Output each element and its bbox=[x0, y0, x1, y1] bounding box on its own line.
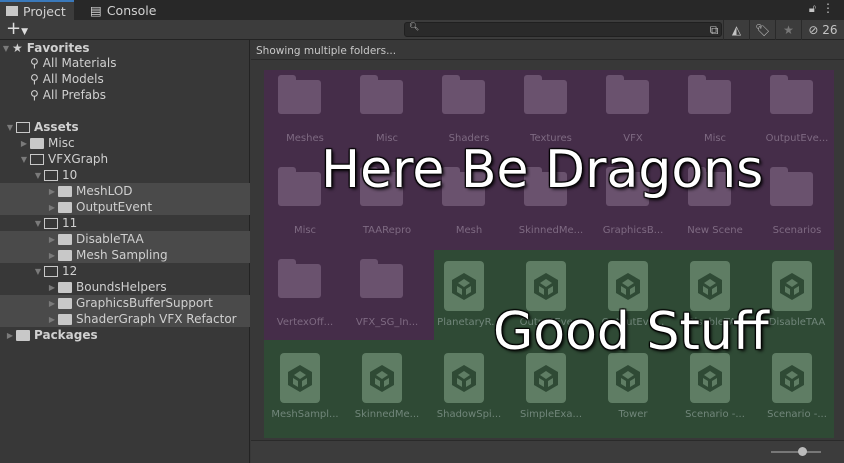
search-icon: ⚲ bbox=[30, 56, 39, 70]
star-icon: ★ bbox=[12, 41, 23, 55]
expanded-arrow-icon[interactable]: ▼ bbox=[32, 171, 44, 180]
folder-item[interactable]: VFX_SG_In... bbox=[346, 254, 428, 347]
tab-project[interactable]: Project bbox=[0, 0, 74, 20]
collapsed-arrow-icon[interactable]: ▶ bbox=[4, 331, 16, 340]
footer-bar bbox=[251, 440, 844, 463]
tree-item[interactable]: ▶ OutputEvent bbox=[0, 199, 250, 215]
unity-scene-icon bbox=[280, 353, 320, 403]
filter-type-icon[interactable]: ◭ bbox=[723, 20, 749, 40]
collapsed-arrow-icon[interactable]: ▶ bbox=[18, 139, 30, 148]
favorite-item[interactable]: ⚲ All Models bbox=[0, 71, 250, 87]
tab-bar: Project ▤ Console 🔓︎ ⋮ bbox=[0, 0, 844, 20]
folder-icon bbox=[278, 167, 321, 206]
more-menu-icon[interactable]: ⋮ bbox=[822, 1, 834, 15]
slider-knob[interactable] bbox=[798, 447, 807, 456]
expanded-arrow-icon[interactable]: ▼ bbox=[4, 123, 16, 132]
unity-scene-icon bbox=[772, 353, 812, 403]
scene-item[interactable]: SkinnedMe... bbox=[346, 346, 428, 439]
expanded-arrow-icon[interactable]: ▼ bbox=[32, 267, 44, 276]
open-folder-icon bbox=[30, 153, 44, 165]
folder-icon bbox=[6, 6, 18, 16]
search-input[interactable]: 🔍︎ bbox=[404, 22, 722, 37]
tree-item[interactable]: ▶ BoundsHelpers bbox=[0, 279, 250, 295]
tree-item[interactable]: ▶ Packages bbox=[0, 327, 250, 343]
favorite-item[interactable]: ⚲ All Materials bbox=[0, 55, 250, 71]
folder-tree[interactable]: ▼ ★ Favorites ⚲ All Materials ⚲ All Models ⚲… bbox=[0, 40, 250, 463]
folder-icon bbox=[688, 75, 731, 114]
unity-scene-icon bbox=[362, 353, 402, 403]
folder-icon bbox=[770, 75, 813, 114]
tree-item[interactable]: ▶ Misc bbox=[0, 135, 250, 151]
search-icon: ⚲ bbox=[30, 88, 39, 102]
folder-icon bbox=[770, 167, 813, 206]
unity-scene-icon bbox=[444, 353, 484, 403]
collapsed-arrow-icon[interactable]: ▶ bbox=[46, 251, 58, 260]
favorites-star-icon[interactable]: ★ bbox=[775, 20, 801, 40]
search-icon: 🔍︎ bbox=[409, 22, 420, 31]
asset-browser: Showing multiple folders... Meshes Misc Sh… bbox=[251, 40, 844, 463]
folder-icon bbox=[58, 233, 72, 245]
tree-item[interactable]: ▼ 12 bbox=[0, 263, 250, 279]
folder-item[interactable]: Scenarios bbox=[756, 162, 838, 255]
collapsed-arrow-icon[interactable]: ▶ bbox=[46, 235, 58, 244]
folder-icon bbox=[58, 313, 72, 325]
status-text: Showing multiple folders... bbox=[251, 40, 844, 60]
collapsed-arrow-icon[interactable]: ▶ bbox=[46, 299, 58, 308]
collapsed-arrow-icon[interactable]: ▶ bbox=[46, 187, 58, 196]
folder-icon bbox=[58, 249, 72, 261]
tree-item[interactable]: ▶ GraphicsBufferSupport bbox=[0, 295, 250, 311]
folder-icon bbox=[58, 201, 72, 213]
add-button[interactable]: +▼ bbox=[6, 18, 28, 39]
unity-scene-icon bbox=[444, 261, 484, 311]
folder-icon bbox=[360, 259, 403, 298]
expanded-arrow-icon[interactable]: ▼ bbox=[32, 219, 44, 228]
scene-item[interactable]: MeshSampl... bbox=[264, 346, 346, 439]
console-icon: ▤ bbox=[90, 2, 102, 18]
collapsed-arrow-icon[interactable]: ▶ bbox=[46, 283, 58, 292]
folder-icon bbox=[360, 75, 403, 114]
search-icon: ⚲ bbox=[30, 72, 39, 86]
folder-item[interactable]: VertexOff... bbox=[264, 254, 346, 347]
tree-item[interactable]: ▶ ShaderGraph VFX Refactor bbox=[0, 311, 250, 327]
tree-item[interactable]: ▼ 11 bbox=[0, 215, 250, 231]
icon-size-slider[interactable] bbox=[771, 447, 821, 456]
open-folder-icon bbox=[44, 265, 58, 277]
filter-label-icon[interactable]: 🏷︎ bbox=[749, 20, 775, 40]
folder-item[interactable]: OutputEve... bbox=[756, 70, 838, 163]
folder-icon bbox=[30, 137, 44, 149]
folder-icon bbox=[442, 75, 485, 114]
tree-item[interactable]: ▶ Mesh Sampling bbox=[0, 247, 250, 263]
tab-console[interactable]: ▤ Console bbox=[84, 0, 162, 20]
favorite-item[interactable]: ⚲ All Prefabs bbox=[0, 87, 250, 103]
open-folder-icon bbox=[16, 121, 30, 133]
tree-item[interactable]: ▼ 10 bbox=[0, 167, 250, 183]
tree-item[interactable]: ▶ MeshLOD bbox=[0, 183, 250, 199]
folder-icon bbox=[58, 281, 72, 293]
folder-icon bbox=[16, 329, 30, 341]
folder-icon bbox=[58, 185, 72, 197]
folder-icon bbox=[278, 75, 321, 114]
good-overlay-text: Good Stuff bbox=[493, 302, 769, 362]
expanded-arrow-icon[interactable]: ▼ bbox=[18, 155, 30, 164]
tree-item[interactable]: ▶ DisableTAA bbox=[0, 231, 250, 247]
unity-scene-icon bbox=[772, 261, 812, 311]
dragons-overlay-text: Here Be Dragons bbox=[321, 140, 764, 200]
eye-slash-icon: ⊘ bbox=[808, 23, 819, 37]
collapsed-arrow-icon[interactable]: ▶ bbox=[46, 315, 58, 324]
lock-icon[interactable]: 🔓︎ bbox=[809, 2, 816, 16]
open-folder-icon bbox=[44, 169, 58, 181]
favorites-header[interactable]: ▼ ★ Favorites bbox=[0, 40, 250, 56]
folder-icon bbox=[278, 259, 321, 298]
collapsed-arrow-icon[interactable]: ▶ bbox=[46, 203, 58, 212]
folder-icon bbox=[524, 75, 567, 114]
open-folder-icon bbox=[44, 217, 58, 229]
tree-item[interactable]: ▼ Assets bbox=[0, 119, 250, 135]
hidden-packages-toggle[interactable]: ⊘ 26 bbox=[801, 20, 844, 40]
folder-icon bbox=[606, 75, 649, 114]
folder-icon bbox=[58, 297, 72, 309]
tree-item[interactable]: ▼ VFXGraph bbox=[0, 151, 250, 167]
